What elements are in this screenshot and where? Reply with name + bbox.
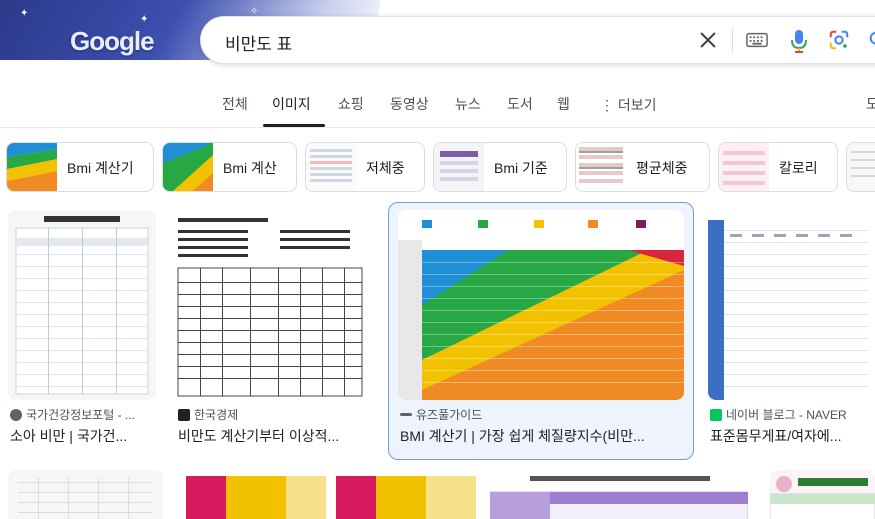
chip-thumbnail	[719, 143, 769, 191]
chip-underweight[interactable]: 저체중	[305, 142, 425, 192]
camera-lens-icon[interactable]	[828, 29, 850, 51]
chip-bmi-calc[interactable]: Bmi 계산	[162, 142, 297, 192]
microphone-icon[interactable]	[789, 28, 809, 54]
tab-books[interactable]: 도서	[507, 94, 533, 114]
search-icon[interactable]	[867, 29, 875, 51]
result-thumbnail[interactable]	[8, 210, 156, 400]
result-thumbnail[interactable]	[490, 470, 748, 519]
result-source[interactable]: 한국경제	[178, 406, 238, 423]
search-tabs: 전체 이미지 쇼핑 동영상 뉴스 도서 웹 ⋮ 더보기 도	[0, 88, 875, 128]
result-thumbnail[interactable]	[398, 210, 684, 400]
result-title[interactable]: 표준몸무게표/여자에...	[710, 426, 868, 446]
result-thumbnail[interactable]	[8, 470, 163, 519]
chip-calories[interactable]: 칼로리	[718, 142, 838, 192]
tab-more[interactable]: ⋮ 더보기	[600, 95, 657, 115]
result-title[interactable]: BMI 계산기 | 가장 쉽게 체질량지수(비만...	[400, 426, 684, 446]
chip-label: Bmi 계산기	[67, 160, 134, 176]
tab-shopping[interactable]: 쇼핑	[338, 94, 364, 114]
chip-thumbnail	[434, 143, 484, 191]
site-favicon-icon	[178, 409, 190, 421]
site-favicon-icon	[710, 409, 722, 421]
star-icon: ✦	[140, 14, 149, 25]
chip-bmi-standard[interactable]: Bmi 기준	[433, 142, 567, 192]
chip-thumbnail	[7, 143, 57, 191]
search-divider	[732, 29, 733, 53]
google-image-search-page: ✦ ✦ ✧ ✦ Google 비만도 표	[0, 0, 875, 519]
search-input[interactable]: 비만도 표	[225, 30, 292, 55]
chip-bmi-calculator[interactable]: Bmi 계산기	[6, 142, 154, 192]
result-source[interactable]: 유즈풀가이드	[400, 406, 482, 423]
star-icon: ✦	[20, 8, 29, 19]
chip-thumbnail	[306, 143, 356, 191]
chip-label: 저체중	[366, 160, 405, 176]
tab-images[interactable]: 이미지	[272, 94, 311, 114]
result-source-label: 네이버 블로그 - NAVER	[726, 408, 847, 422]
active-tab-indicator	[263, 124, 325, 127]
chip-thumbnail	[163, 143, 213, 191]
keyboard-icon[interactable]	[746, 31, 768, 49]
result-thumbnail[interactable]	[708, 210, 868, 400]
result-thumbnail[interactable]	[186, 470, 476, 519]
result-source[interactable]: 네이버 블로그 - NAVER	[710, 406, 847, 423]
tab-web[interactable]: 웹	[557, 94, 570, 114]
tab-all[interactable]: 전체	[222, 94, 248, 114]
tab-tools-fragment[interactable]: 도	[866, 94, 875, 114]
result-source-label: 유즈풀가이드	[416, 408, 483, 422]
chip-label: Bmi 계산	[223, 160, 277, 176]
close-icon[interactable]	[697, 29, 719, 51]
tab-videos[interactable]: 동영상	[390, 94, 429, 114]
chip-label: Bmi 기준	[494, 160, 548, 176]
result-source-label: 국가건강정보포털 - ...	[26, 408, 135, 422]
site-favicon-icon	[400, 413, 412, 416]
result-source[interactable]: 국가건강정보포털 - ...	[10, 406, 135, 423]
site-favicon-icon	[10, 409, 22, 421]
chip-thumbnail	[576, 143, 626, 191]
result-source-label: 한국경제	[194, 408, 239, 422]
more-dots-icon: ⋮	[600, 97, 614, 113]
result-thumbnail[interactable]	[170, 210, 370, 400]
chip-average-weight[interactable]: 평균체중	[575, 142, 710, 192]
result-thumbnail[interactable]	[770, 470, 875, 519]
search-box[interactable]: 비만도 표	[200, 16, 875, 64]
chip-label: 칼로리	[779, 160, 818, 176]
tab-news[interactable]: 뉴스	[455, 94, 481, 114]
result-title[interactable]: 소아 비만 | 국가건...	[10, 426, 156, 446]
chip-thumbnail	[847, 143, 875, 191]
google-logo[interactable]: Google	[70, 26, 155, 57]
chip-partial[interactable]	[846, 142, 875, 192]
result-title[interactable]: 비만도 계산기부터 이상적...	[178, 426, 378, 446]
chip-label: 평균체중	[636, 160, 688, 176]
more-label: 더보기	[617, 97, 657, 113]
